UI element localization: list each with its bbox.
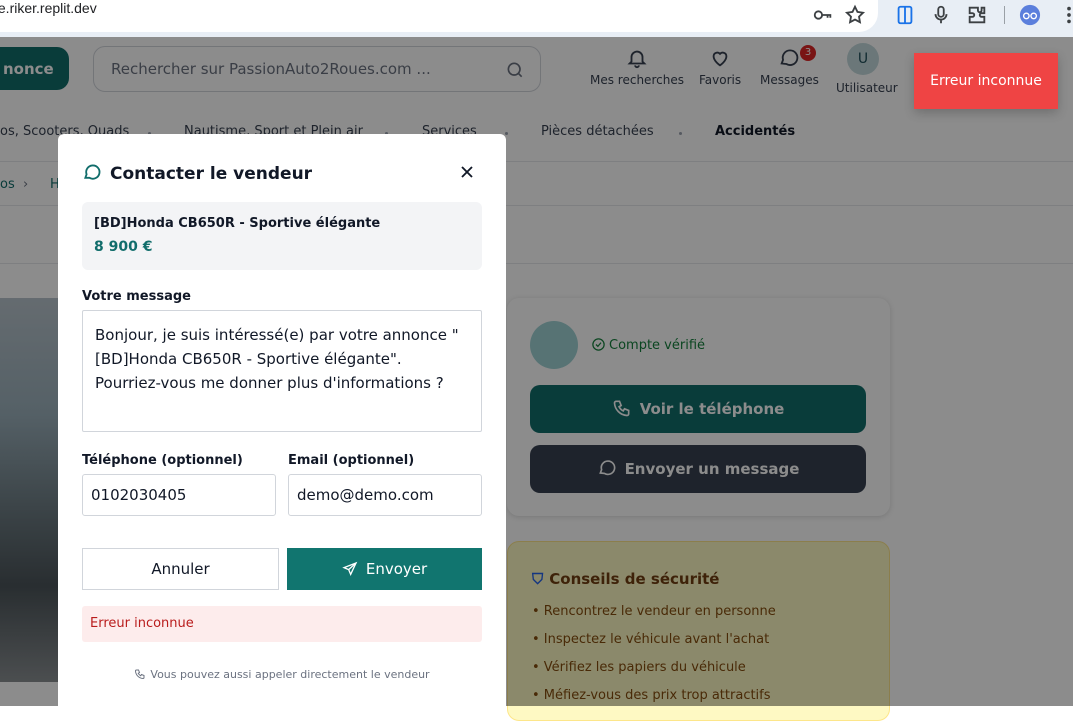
extensions-icon[interactable] <box>966 4 988 26</box>
star-icon[interactable] <box>844 4 866 26</box>
dialog-title-text: Contacter le vendeur <box>110 164 313 184</box>
contact-seller-dialog: Contacter le vendeur [BD]Honda CB650R - … <box>58 134 506 724</box>
dialog-title: Contacter le vendeur <box>82 162 312 184</box>
message-textarea[interactable]: Bonjour, je suis intéressé(e) par votre … <box>82 310 482 432</box>
error-toast: Erreur inconnue <box>914 53 1058 109</box>
sidebar-icon[interactable] <box>894 4 916 26</box>
url-text: kyte.riker.replit.dev <box>0 0 97 16</box>
profile-icon[interactable] <box>1019 4 1041 26</box>
browser-toolbar: kyte.riker.replit.dev <box>0 0 1073 37</box>
error-message: Erreur inconnue <box>82 606 482 642</box>
chat-icon <box>84 164 101 180</box>
email-field[interactable]: demo@demo.com <box>288 474 482 516</box>
send-icon <box>342 561 358 576</box>
listing-summary: [BD]Honda CB650R - Sportive élégante 8 9… <box>82 202 482 270</box>
listing-title: [BD]Honda CB650R - Sportive élégante <box>94 216 381 231</box>
more-icon[interactable] <box>1058 4 1073 26</box>
message-label: Votre message <box>82 289 191 304</box>
phone-field[interactable]: 0102030405 <box>82 474 276 516</box>
phone-icon <box>135 669 145 680</box>
listing-price: 8 900 € <box>94 239 153 255</box>
close-icon[interactable] <box>457 162 477 182</box>
toolbar-divider <box>1004 6 1005 24</box>
phone-label: Téléphone (optionnel) <box>82 453 243 468</box>
key-icon[interactable] <box>812 4 834 26</box>
send-button[interactable]: Envoyer <box>287 548 482 590</box>
call-seller-hint-text: Vous pouvez aussi appeler directement le… <box>150 668 430 681</box>
send-button-label: Envoyer <box>365 560 428 578</box>
mic-icon[interactable] <box>930 4 952 26</box>
call-seller-hint: Vous pouvez aussi appeler directement le… <box>58 668 506 681</box>
address-bar[interactable]: kyte.riker.replit.dev <box>0 0 878 32</box>
cancel-button[interactable]: Annuler <box>82 548 279 590</box>
email-label: Email (optionnel) <box>288 453 415 468</box>
